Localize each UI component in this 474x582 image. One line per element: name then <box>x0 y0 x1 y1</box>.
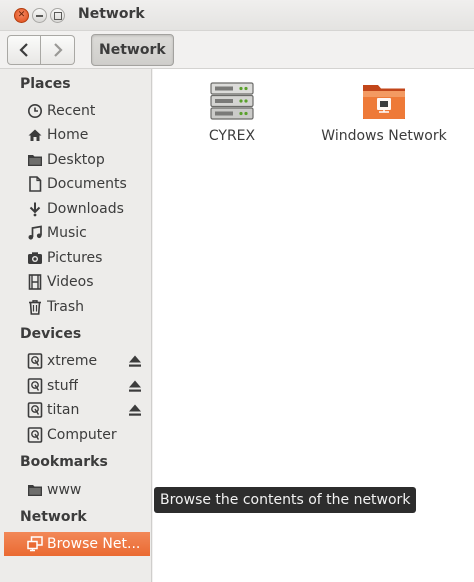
sidebar-item-label: Downloads <box>47 201 124 217</box>
bookmarks-header: Bookmarks <box>20 454 108 470</box>
home-icon <box>27 127 43 143</box>
drive-icon <box>27 402 43 418</box>
title-bar: ✕ Network <box>0 0 474 31</box>
network-icon <box>27 536 43 552</box>
sidebar-item-downloads[interactable]: Downloads <box>4 197 150 221</box>
sidebar: Places Recent Home Desktop Documents Dow… <box>0 69 152 582</box>
drive-icon <box>27 353 43 369</box>
item-label: Windows Network <box>321 128 447 144</box>
sidebar-item-home[interactable]: Home <box>4 123 150 147</box>
sidebar-item-label: Recent <box>47 103 96 119</box>
sidebar-item-label: Desktop <box>47 152 105 168</box>
maximize-icon <box>51 9 64 22</box>
network-item-windows-network[interactable]: Windows Network <box>321 81 447 144</box>
music-icon <box>27 225 43 241</box>
tooltip: Browse the contents of the network <box>154 487 417 513</box>
sidebar-item-label: www <box>47 482 82 498</box>
camera-icon <box>27 250 43 266</box>
back-button[interactable] <box>7 35 41 65</box>
sidebar-item-label: Music <box>47 225 87 241</box>
chevron-right-icon <box>53 43 63 57</box>
sidebar-item-label: Browse Net... <box>47 536 141 552</box>
item-label: CYREX <box>208 128 256 144</box>
sidebar-item-label: Computer <box>47 427 117 443</box>
sidebar-item-label: Trash <box>47 299 84 315</box>
toolbar: Network <box>0 31 474 69</box>
network-item-cyrex[interactable]: CYREX <box>195 81 269 144</box>
places-header: Places <box>20 76 71 92</box>
path-button-network[interactable]: Network <box>91 34 174 66</box>
maximize-button[interactable] <box>50 8 65 23</box>
server-icon <box>210 82 254 120</box>
sidebar-item-videos[interactable]: Videos <box>4 270 150 294</box>
network-folder-icon <box>363 85 405 119</box>
sidebar-item-www[interactable]: www <box>4 478 150 502</box>
sidebar-item-label: titan <box>47 402 80 418</box>
minimize-button[interactable] <box>32 8 47 23</box>
eject-icon[interactable] <box>127 378 143 394</box>
drive-icon <box>27 427 43 443</box>
sidebar-item-recent[interactable]: Recent <box>4 99 150 123</box>
sidebar-item-label: xtreme <box>47 353 98 369</box>
folder-icon <box>27 152 43 168</box>
clock-icon <box>27 103 43 119</box>
sidebar-item-label: Documents <box>47 176 127 192</box>
sidebar-item-titan[interactable]: titan <box>4 398 150 422</box>
sidebar-item-computer[interactable]: Computer <box>4 423 150 447</box>
close-icon: ✕ <box>17 10 26 20</box>
network-header: Network <box>20 509 87 525</box>
drive-icon <box>27 378 43 394</box>
film-icon <box>27 274 43 290</box>
sidebar-item-label: Pictures <box>47 250 103 266</box>
chevron-left-icon <box>19 43 28 57</box>
sidebar-item-trash[interactable]: Trash <box>4 295 150 319</box>
sidebar-item-music[interactable]: Music <box>4 221 150 245</box>
devices-header: Devices <box>20 326 82 342</box>
document-icon <box>27 176 43 192</box>
sidebar-item-label: Videos <box>47 274 94 290</box>
sidebar-item-browse-network[interactable]: Browse Net... <box>4 532 150 556</box>
sidebar-item-pictures[interactable]: Pictures <box>4 246 150 270</box>
sidebar-item-label: Home <box>47 127 89 143</box>
sidebar-item-xtreme[interactable]: xtreme <box>4 349 150 373</box>
minimize-icon <box>33 9 46 22</box>
sidebar-item-desktop[interactable]: Desktop <box>4 148 150 172</box>
sidebar-item-stuff[interactable]: stuff <box>4 374 150 398</box>
eject-icon[interactable] <box>127 402 143 418</box>
folder-icon <box>27 482 43 498</box>
sidebar-item-label: stuff <box>47 378 79 394</box>
window-title: Network <box>78 6 145 22</box>
close-button[interactable]: ✕ <box>14 8 29 23</box>
eject-icon[interactable] <box>127 353 143 369</box>
forward-button[interactable] <box>41 35 75 65</box>
trash-icon <box>27 299 43 315</box>
sidebar-item-documents[interactable]: Documents <box>4 172 150 196</box>
download-icon <box>27 201 43 217</box>
